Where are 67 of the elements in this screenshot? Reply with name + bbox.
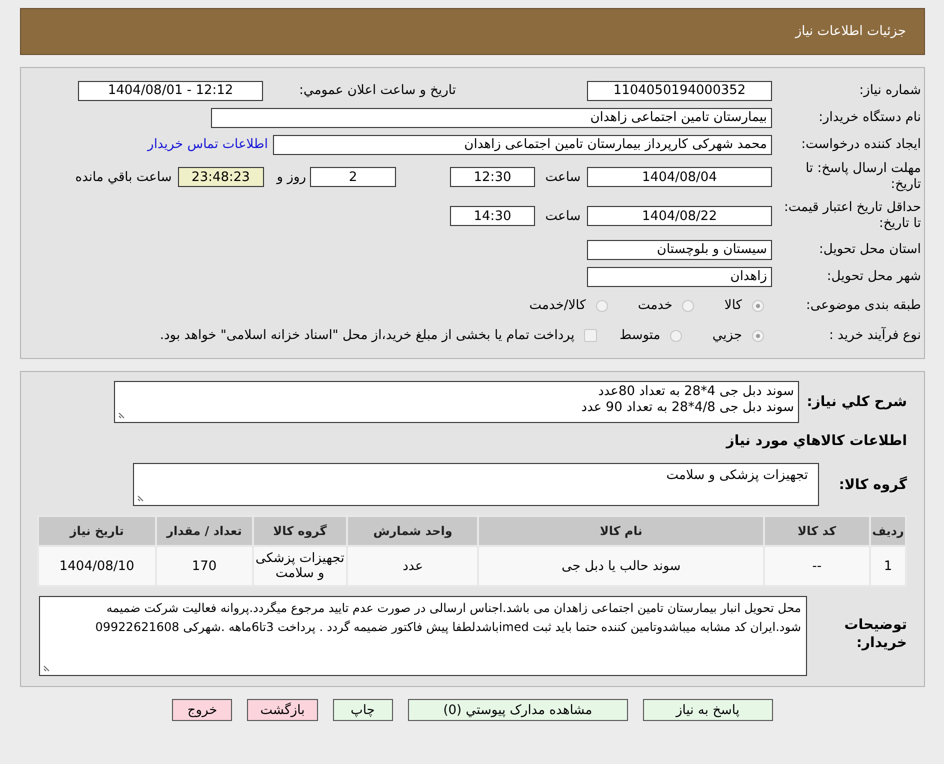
readonly-field[interactable]: 12:30: [450, 167, 535, 187]
column-header: تاریخ نیاز: [38, 516, 156, 546]
readonly-field[interactable]: 1404/08/01 - 12:12: [78, 80, 263, 100]
radio-label: کالا/خدمت: [529, 298, 586, 313]
readonly-field[interactable]: 2: [310, 167, 396, 187]
notes-textarea[interactable]: [39, 596, 807, 676]
field-label: تاریخ و ساعت اعلان عمومي:: [298, 83, 456, 98]
field-label: مهلت ارسال پاسخ: تا تاریخ:: [804, 161, 922, 193]
table-cell: سوند حالب یا دبل جی: [478, 546, 764, 586]
summary-textarea[interactable]: سوند دبل جی 4*28 به تعداد 80عدد سوند دبل جی 4/8*28 به تعداد 90 عدد: [114, 381, 799, 423]
resize-grip-icon[interactable]: [118, 411, 126, 419]
readonly-field[interactable]: 1404/08/22: [587, 206, 772, 226]
field-label: شماره نیاز:: [858, 82, 922, 98]
readonly-field[interactable]: سیستان و بلوچستان: [587, 240, 772, 260]
field-label: ساعت: [544, 170, 582, 184]
group-value: تجهیزات پزشکی و سلامت: [666, 468, 808, 483]
column-header: گروه کالا: [252, 516, 348, 546]
summary-line: سوند دبل جی 4/8*28 به تعداد 90 عدد: [580, 400, 794, 416]
resize-grip-icon[interactable]: [137, 494, 145, 502]
summary-line: سوند دبل جی 4*28 به تعداد 80عدد: [597, 384, 794, 400]
field-label: گروه کالا:: [838, 476, 907, 492]
table-cell: تجهیزات پزشکی و سلامت: [252, 546, 348, 586]
field-label: شرح کلي نیاز:: [806, 394, 907, 410]
buyer-contact-link[interactable]: اطلاعات تماس خریدار: [148, 137, 268, 152]
field-label: روز و: [276, 170, 306, 184]
column-header: واحد شمارش: [347, 516, 478, 546]
action-button[interactable]: خروج: [172, 699, 232, 721]
field-label: نوع فرآیند خرید :: [828, 328, 922, 344]
table-cell: --: [764, 546, 870, 586]
field-label: ساعت باقي مانده: [75, 170, 172, 184]
readonly-field[interactable]: 1104050194000352: [587, 80, 772, 100]
readonly-field[interactable]: بیمارستان تامین اجتماعی زاهدان: [211, 108, 772, 128]
resize-grip-icon[interactable]: [43, 664, 51, 672]
action-button[interactable]: پاسخ به نیاز: [642, 699, 773, 721]
checkbox-label: پرداخت تمام یا بخشی از مبلغ خرید،از محل "اسناد خزانه اسلامی" خواهد بود.: [160, 328, 574, 343]
field-label: توضیحات خریدار:: [843, 616, 907, 652]
field-label: حداقل تاریخ اعتبار قیمت: تا تاریخ:: [782, 200, 922, 232]
table-cell: 170: [156, 546, 253, 586]
column-header: ردیف: [870, 516, 906, 546]
table-cell: عدد: [347, 546, 478, 586]
column-header: نام کالا: [478, 516, 764, 546]
field-label: استان محل تحویل:: [818, 242, 922, 258]
table-cell: 1: [870, 546, 906, 586]
radio-label: جزيي: [712, 328, 742, 343]
readonly-field[interactable]: 14:30: [450, 206, 535, 226]
radio-label: خدمت: [638, 298, 672, 313]
page-title: جزئیات اطلاعات نیاز: [795, 24, 906, 39]
field-label: ساعت: [544, 208, 582, 224]
field-label: ایجاد کننده درخواست:: [800, 136, 922, 152]
action-button[interactable]: مشاهده مدارک پیوستي (0): [408, 699, 628, 721]
readonly-field[interactable]: 1404/08/04: [587, 167, 772, 187]
field-label: نام دستگاه خریدار:: [818, 110, 922, 126]
readonly-field[interactable]: زاهدان: [587, 266, 772, 286]
radio-label: کالا: [724, 298, 742, 313]
countdown-field: 23:48:23: [178, 167, 264, 187]
field-label: طبقه بندی موضوعی:: [804, 298, 922, 314]
action-button[interactable]: بازگشت: [247, 699, 318, 721]
field-label: شهر محل تحویل:: [826, 268, 922, 284]
readonly-field[interactable]: محمد شهرکی کارپرداز بیمارستان تامین اجتماعی زاهدان: [273, 134, 772, 154]
group-textarea[interactable]: تجهیزات پزشکی و سلامت: [133, 463, 819, 506]
action-button[interactable]: چاپ: [332, 699, 393, 721]
section-heading: اطلاعات کالاهاي مورد نیاز: [724, 433, 907, 451]
notes-text: محل تحویل انبار بیمارستان تامین اجتماعی زاهدان می باشد.اجناس ارسالی در صورت عدم تایید مرجوع میگردد.پروانه فعالیت شرکت ضمیمه شود.ایران کد مشابه میباشدوتامین کننده حتما باید ثبت imedباشدلطفا پیش فاکتور ضمیمه گردد . پرداخت 3تا6ماهه .شهرکی 09922621608: [95, 601, 801, 634]
column-header: تعداد / مقدار: [156, 516, 253, 546]
column-header: کد کالا: [764, 516, 870, 546]
radio-label: متوسط: [619, 328, 660, 343]
table-cell: 1404/08/10: [38, 546, 156, 586]
